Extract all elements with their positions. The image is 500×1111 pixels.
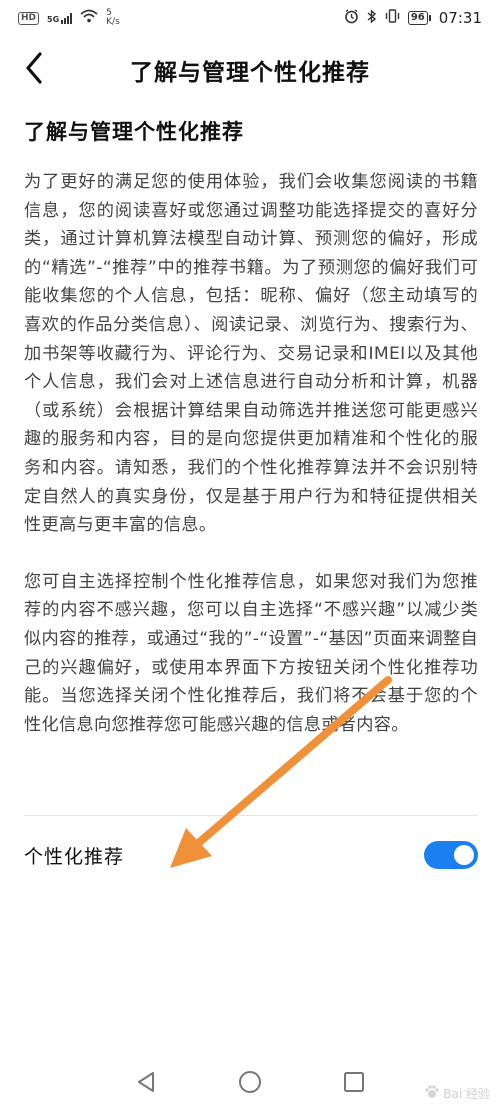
divider [24, 815, 478, 816]
personalized-recommend-switch[interactable] [424, 841, 478, 869]
personalized-recommend-row: 个性化推荐 [24, 826, 478, 884]
paw-icon [424, 1084, 440, 1103]
control-paragraph: 您可自主选择控制个性化推荐信息，如果您对我们为您推荐的内容不感兴趣，您可以自主选… [24, 571, 478, 735]
back-arrow-icon [25, 52, 43, 88]
intro-paragraph: 为了更好的满足您的使用体验，我们会收集您阅读的书籍信息，您的阅读喜好或您通过调整… [24, 172, 478, 536]
signal-icon: 5G [47, 12, 73, 24]
main-content: 了解与管理个性化推荐 为了更好的满足您的使用体验，我们会收集您阅读的书籍信息，您… [24, 116, 478, 739]
nav-recents-button[interactable] [341, 1071, 367, 1097]
battery-icon: 96 [407, 11, 431, 25]
alarm-icon [344, 8, 359, 28]
battery-level: 96 [407, 11, 428, 25]
clock: 07:31 [438, 9, 482, 27]
page-title: 了解与管理个性化推荐 [130, 60, 370, 86]
net-speed-unit: K/s [106, 17, 120, 27]
square-recents-icon [343, 1071, 365, 1097]
nav-home-button[interactable] [237, 1071, 263, 1097]
section-title: 了解与管理个性化推荐 [24, 120, 244, 144]
watermark-text: Bai 经验 [443, 1087, 490, 1101]
hd-badge: HD [18, 11, 40, 25]
status-right: 96 07:31 [344, 8, 482, 28]
back-button[interactable] [14, 48, 54, 92]
app-header: 了解与管理个性化推荐 [0, 36, 500, 104]
nav-back-button[interactable] [133, 1071, 159, 1097]
network-type: 5G [47, 14, 60, 24]
toggle-label: 个性化推荐 [24, 845, 125, 868]
status-left: HD 5G 5 K/s [18, 9, 120, 27]
vibrate-icon [385, 9, 400, 27]
wifi-icon [80, 9, 98, 27]
triangle-back-icon [136, 1071, 156, 1097]
net-speed: 5 K/s [106, 9, 120, 27]
watermark: Bai 经验 [424, 1084, 490, 1103]
status-bar: HD 5G 5 K/s 96 07:31 [0, 0, 500, 36]
circle-home-icon [238, 1070, 262, 1098]
switch-knob [454, 845, 474, 865]
bluetooth-icon [367, 8, 377, 28]
